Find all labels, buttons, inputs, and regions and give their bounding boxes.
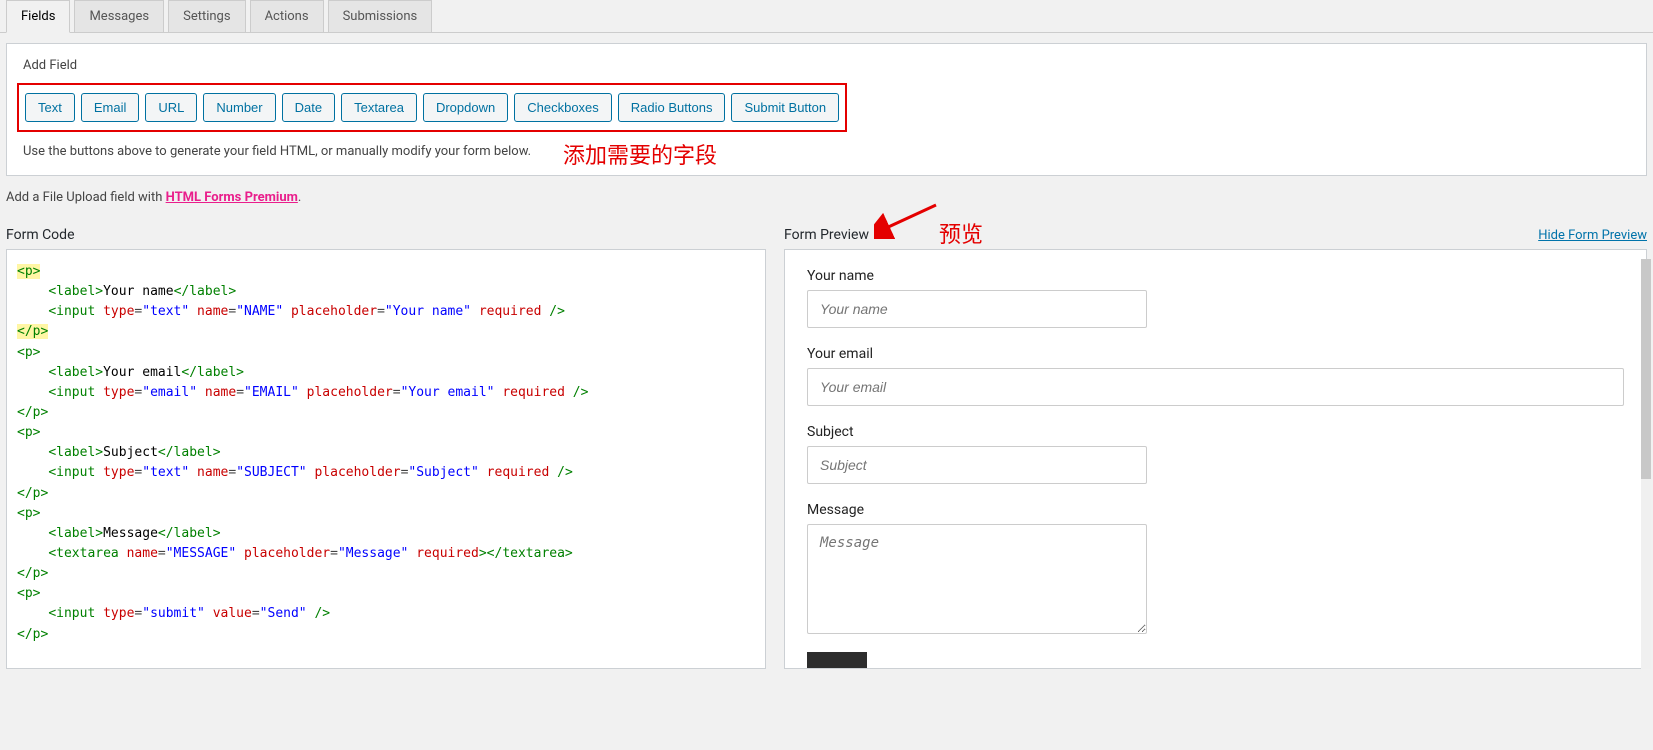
add-field-label: Add Field (23, 58, 1630, 73)
upload-prefix: Add a File Upload field with (6, 190, 166, 205)
hide-preview-link[interactable]: Hide Form Preview (1538, 228, 1647, 243)
scrollbar[interactable] (1641, 259, 1651, 669)
form-preview-title: Form Preview (784, 227, 869, 243)
field-btn-checkboxes[interactable]: Checkboxes (514, 93, 612, 122)
annotation-preview: 预览 (939, 217, 983, 249)
upload-hint: Add a File Upload field with HTML Forms … (6, 190, 1647, 205)
add-field-help-text: Use the buttons above to generate your f… (23, 144, 531, 159)
preview-label: Your email (807, 346, 1624, 362)
preview-your-name-input[interactable] (807, 290, 1147, 328)
scrollbar-thumb[interactable] (1641, 259, 1651, 479)
tab-submissions[interactable]: Submissions (328, 0, 433, 32)
preview-label: Subject (807, 424, 1624, 440)
upload-suffix: . (298, 190, 301, 205)
preview-label: Message (807, 502, 1624, 518)
field-btn-number[interactable]: Number (203, 93, 275, 122)
field-buttons-highlight: TextEmailURLNumberDateTextareaDropdownCh… (17, 83, 847, 132)
preview-your-email-input[interactable] (807, 368, 1624, 406)
form-code-editor[interactable]: <p> <label>Your name</label> <input type… (6, 249, 766, 669)
field-btn-email[interactable]: Email (81, 93, 140, 122)
field-btn-textarea[interactable]: Textarea (341, 93, 417, 122)
form-code-title: Form Code (6, 227, 75, 243)
annotation-add-field: 添加需要的字段 (563, 138, 717, 170)
tab-messages[interactable]: Messages (74, 0, 164, 32)
add-field-help: Use the buttons above to generate your f… (23, 144, 1630, 159)
field-btn-dropdown[interactable]: Dropdown (423, 93, 508, 122)
preview-message-input[interactable] (807, 524, 1147, 634)
premium-link[interactable]: HTML Forms Premium (166, 190, 298, 205)
form-preview-panel: Your name Your email Subject Message (784, 249, 1647, 669)
preview-subject-input[interactable] (807, 446, 1147, 484)
field-btn-submit-button[interactable]: Submit Button (731, 93, 839, 122)
tab-settings[interactable]: Settings (168, 0, 245, 32)
add-field-panel: Add Field TextEmailURLNumberDateTextarea… (6, 43, 1647, 176)
annotation-arrow-icon (874, 199, 944, 239)
preview-submit-button[interactable] (807, 652, 867, 668)
tab-fields[interactable]: Fields (6, 0, 70, 33)
field-btn-url[interactable]: URL (145, 93, 197, 122)
field-btn-date[interactable]: Date (282, 93, 335, 122)
field-btn-radio-buttons[interactable]: Radio Buttons (618, 93, 726, 122)
field-btn-text[interactable]: Text (25, 93, 75, 122)
tab-actions[interactable]: Actions (250, 0, 324, 32)
tabs-bar: FieldsMessagesSettingsActionsSubmissions (0, 0, 1653, 33)
preview-label: Your name (807, 268, 1624, 284)
